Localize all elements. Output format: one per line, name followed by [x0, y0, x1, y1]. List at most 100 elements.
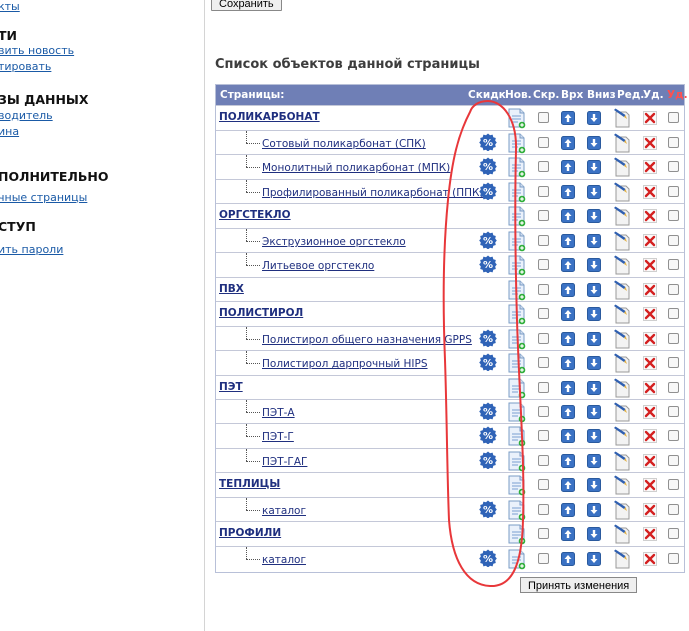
hide-checkbox[interactable] — [538, 333, 549, 344]
apply-changes-button[interactable]: Принять изменения — [520, 577, 638, 593]
arrow-down-icon[interactable] — [587, 356, 601, 370]
delete-x-icon[interactable] — [643, 160, 657, 174]
sidebar-link[interactable]: кты — [0, 0, 20, 13]
delete-checkbox[interactable] — [668, 455, 679, 466]
new-document-icon[interactable] — [508, 182, 526, 203]
category-link[interactable]: ПОЛИСТИРОЛ — [219, 307, 303, 319]
delete-x-icon[interactable] — [643, 356, 657, 370]
arrow-up-icon[interactable] — [561, 332, 575, 346]
subpage-link[interactable]: Экструзионное оргстекло — [262, 236, 406, 248]
new-document-icon[interactable] — [508, 329, 526, 350]
delete-checkbox[interactable] — [668, 112, 679, 123]
edit-document-icon[interactable] — [613, 304, 632, 324]
arrow-up-icon[interactable] — [561, 429, 575, 443]
percent-badge-icon[interactable]: % — [479, 231, 497, 250]
percent-badge-icon[interactable]: % — [479, 329, 497, 348]
sidebar-link[interactable]: чные страницы — [0, 191, 87, 204]
percent-badge-icon[interactable]: % — [479, 157, 497, 176]
sidebar-link[interactable]: водитель — [0, 109, 53, 122]
delete-x-icon[interactable] — [643, 405, 657, 419]
delete-x-icon[interactable] — [643, 332, 657, 346]
arrow-down-icon[interactable] — [587, 429, 601, 443]
arrow-up-icon[interactable] — [561, 283, 575, 297]
arrow-up-icon[interactable] — [561, 307, 575, 321]
edit-document-icon[interactable] — [613, 157, 632, 177]
delete-checkbox[interactable] — [668, 235, 679, 246]
delete-x-icon[interactable] — [643, 478, 657, 492]
delete-x-icon[interactable] — [643, 185, 657, 199]
delete-checkbox[interactable] — [668, 382, 679, 393]
delete-checkbox[interactable] — [668, 504, 679, 515]
arrow-up-icon[interactable] — [561, 209, 575, 223]
delete-x-icon[interactable] — [643, 429, 657, 443]
arrow-down-icon[interactable] — [587, 454, 601, 468]
new-document-icon[interactable] — [508, 108, 526, 129]
hide-checkbox[interactable] — [538, 357, 549, 368]
edit-document-icon[interactable] — [613, 549, 632, 569]
save-button[interactable]: Сохранить — [211, 0, 282, 11]
delete-checkbox[interactable] — [668, 406, 679, 417]
percent-badge-icon[interactable]: % — [479, 426, 497, 445]
arrow-up-icon[interactable] — [561, 234, 575, 248]
percent-badge-icon[interactable]: % — [479, 182, 497, 201]
new-document-icon[interactable] — [508, 353, 526, 374]
arrow-down-icon[interactable] — [587, 185, 601, 199]
hide-checkbox[interactable] — [538, 284, 549, 295]
arrow-down-icon[interactable] — [587, 234, 601, 248]
new-document-icon[interactable] — [508, 304, 526, 325]
delete-checkbox[interactable] — [668, 259, 679, 270]
new-document-icon[interactable] — [508, 500, 526, 521]
delete-x-icon[interactable] — [643, 307, 657, 321]
delete-x-icon[interactable] — [643, 503, 657, 517]
hide-checkbox[interactable] — [538, 210, 549, 221]
edit-document-icon[interactable] — [613, 475, 632, 495]
edit-document-icon[interactable] — [613, 426, 632, 446]
arrow-up-icon[interactable] — [561, 527, 575, 541]
hide-checkbox[interactable] — [538, 479, 549, 490]
arrow-down-icon[interactable] — [587, 478, 601, 492]
new-document-icon[interactable] — [508, 231, 526, 252]
subpage-link[interactable]: Монолитный поликарбонат (МПК) — [262, 162, 450, 174]
sidebar-link[interactable]: тировать — [0, 60, 51, 73]
edit-document-icon[interactable] — [613, 500, 632, 520]
arrow-down-icon[interactable] — [587, 111, 601, 125]
hide-checkbox[interactable] — [538, 553, 549, 564]
subpage-link[interactable]: Профилированный поликарбонат (ППК) — [262, 187, 484, 199]
delete-checkbox[interactable] — [668, 553, 679, 564]
edit-document-icon[interactable] — [613, 524, 632, 544]
hide-checkbox[interactable] — [538, 186, 549, 197]
percent-badge-icon[interactable]: % — [479, 500, 497, 519]
arrow-down-icon[interactable] — [587, 527, 601, 541]
delete-checkbox[interactable] — [668, 333, 679, 344]
edit-document-icon[interactable] — [613, 182, 632, 202]
hide-checkbox[interactable] — [538, 161, 549, 172]
arrow-up-icon[interactable] — [561, 478, 575, 492]
edit-document-icon[interactable] — [613, 231, 632, 251]
delete-x-icon[interactable] — [643, 454, 657, 468]
delete-checkbox[interactable] — [668, 308, 679, 319]
delete-checkbox[interactable] — [668, 137, 679, 148]
edit-document-icon[interactable] — [613, 353, 632, 373]
arrow-down-icon[interactable] — [587, 552, 601, 566]
subpage-link[interactable]: ПЭТ-А — [262, 407, 295, 419]
sidebar-link[interactable]: ить пароли — [0, 243, 63, 256]
hide-checkbox[interactable] — [538, 308, 549, 319]
new-document-icon[interactable] — [508, 524, 526, 545]
arrow-down-icon[interactable] — [587, 503, 601, 517]
sidebar-link[interactable]: вить новость — [0, 44, 74, 57]
arrow-up-icon[interactable] — [561, 454, 575, 468]
arrow-down-icon[interactable] — [587, 405, 601, 419]
percent-badge-icon[interactable]: % — [479, 402, 497, 421]
new-document-icon[interactable] — [508, 549, 526, 570]
category-link[interactable]: ПЭТ — [219, 381, 243, 393]
arrow-down-icon[interactable] — [587, 307, 601, 321]
new-document-icon[interactable] — [508, 157, 526, 178]
category-link[interactable]: ТЕПЛИЦЫ — [219, 478, 280, 490]
edit-document-icon[interactable] — [613, 280, 632, 300]
edit-document-icon[interactable] — [613, 451, 632, 471]
arrow-up-icon[interactable] — [561, 136, 575, 150]
subpage-link[interactable]: Полистирол дарпрочный HIPS — [262, 358, 428, 370]
edit-document-icon[interactable] — [613, 108, 632, 128]
delete-checkbox[interactable] — [668, 430, 679, 441]
percent-badge-icon[interactable]: % — [479, 255, 497, 274]
